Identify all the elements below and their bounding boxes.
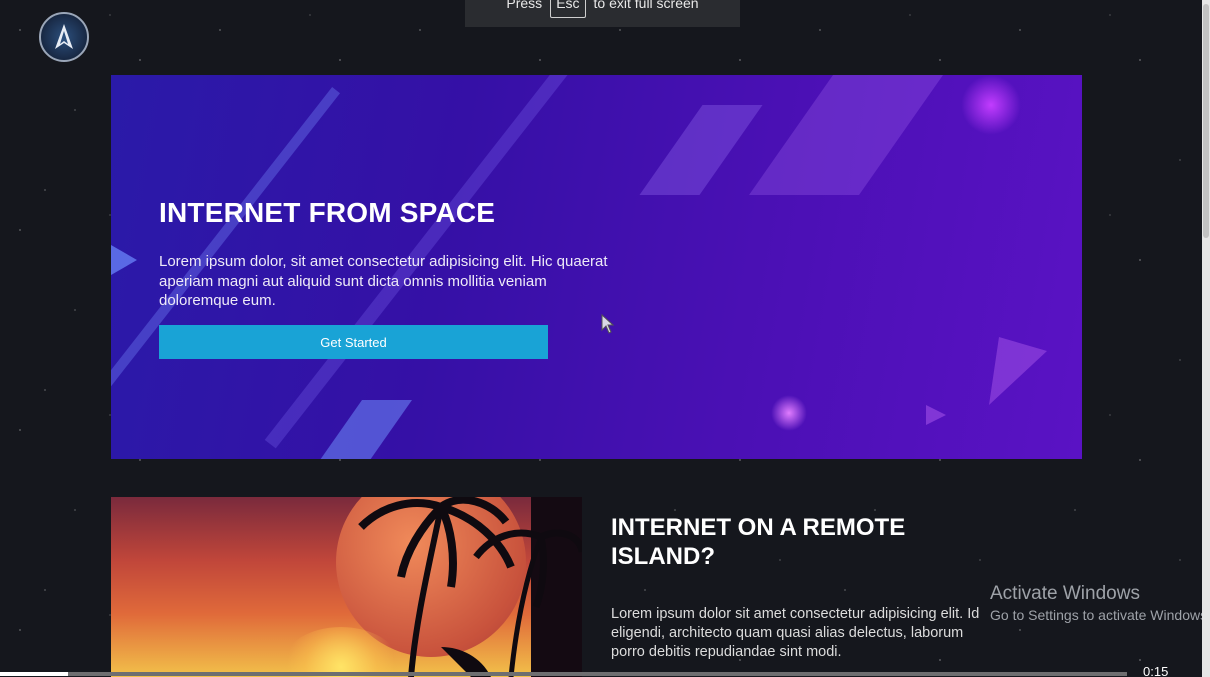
- video-time: 0:15: [1143, 664, 1169, 677]
- decor-glow: [771, 395, 807, 431]
- decor-stripe: [639, 105, 763, 195]
- esc-key-badge: Esc: [550, 0, 586, 18]
- section-title: INTERNET ON A REMOTE ISLAND?: [611, 514, 906, 570]
- hero-description: Lorem ipsum dolor, sit amet consectetur …: [159, 253, 608, 309]
- decor-glow: [961, 75, 1021, 135]
- video-progress-fill: [0, 672, 68, 676]
- scrollbar-thumb[interactable]: [1203, 4, 1209, 238]
- activate-windows-subtitle: Go to Settings to activate Windows.: [990, 607, 1210, 623]
- page-scrollbar[interactable]: [1202, 0, 1210, 677]
- hero-banner: INTERNET FROM SPACE Lorem ipsum dolor, s…: [111, 75, 1082, 459]
- hero-title: INTERNET FROM SPACE: [159, 197, 496, 228]
- get-started-button[interactable]: Get Started: [159, 325, 548, 359]
- decor-stripe: [748, 75, 944, 195]
- fullscreen-notice: Press Esc to exit full screen: [465, 0, 740, 27]
- mouse-cursor-icon: [601, 313, 615, 339]
- site-logo[interactable]: [39, 12, 89, 62]
- activate-windows-watermark: Activate Windows Go to Settings to activ…: [990, 583, 1210, 623]
- video-progress-bar[interactable]: [0, 672, 1127, 676]
- decor-triangle: [111, 245, 137, 275]
- fullscreen-notice-suffix: to exit full screen: [593, 0, 699, 11]
- decor-triangle: [926, 405, 946, 425]
- activate-windows-title: Activate Windows: [990, 583, 1140, 604]
- decor-triangle: [989, 337, 1047, 405]
- island-sunset-image: [111, 497, 582, 677]
- rocket-icon: [55, 24, 73, 49]
- decor-stripe: [319, 400, 413, 459]
- fullscreen-notice-press: Press: [506, 0, 543, 11]
- section-description: Lorem ipsum dolor sit amet consectetur a…: [611, 606, 980, 660]
- palm-trees-silhouette: [358, 497, 582, 677]
